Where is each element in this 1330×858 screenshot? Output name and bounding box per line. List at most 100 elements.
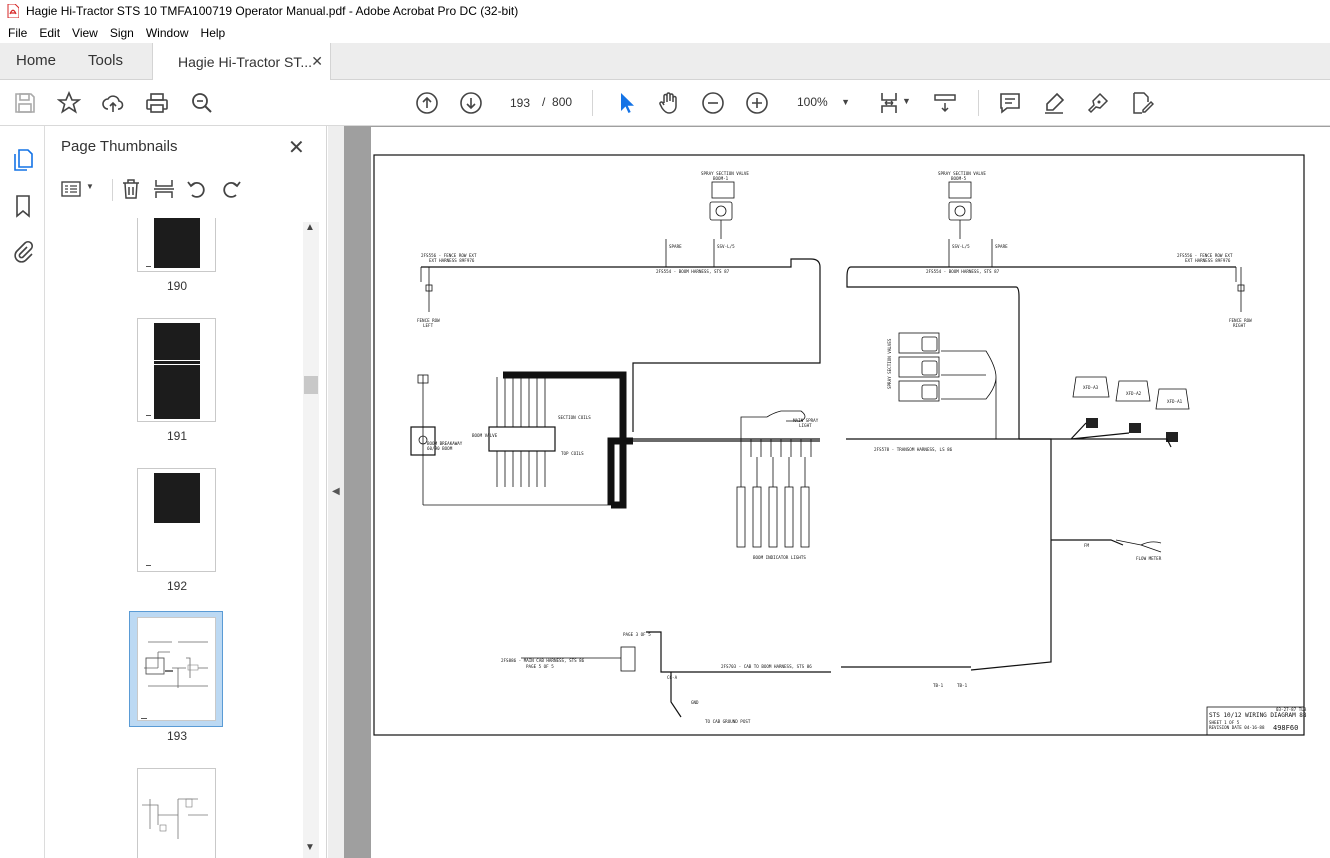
thumbnail-page-194[interactable] (137, 768, 216, 858)
tab-tools[interactable]: Tools (88, 43, 123, 79)
zoom-out-icon[interactable] (701, 91, 725, 115)
menu-sign[interactable]: Sign (104, 26, 140, 40)
menu-help[interactable]: Help (195, 26, 232, 40)
label-ssv-right: SSV-L/5 (952, 244, 970, 249)
window-title: Hagie Hi-Tractor STS 10 TMFA100719 Opera… (26, 4, 519, 18)
thumbnail-page-192[interactable] (137, 468, 216, 572)
thumbnail-footer (146, 415, 151, 416)
bookmark-icon[interactable] (11, 194, 35, 218)
label-fence-harness-left-2: EXT HARNESS 89F976 (429, 258, 475, 263)
menu-window[interactable]: Window (140, 26, 195, 40)
menu-edit[interactable]: Edit (33, 26, 66, 40)
label-revision: REVISION DATE 04-16-88 (1209, 725, 1265, 730)
sign-pen-icon[interactable] (1086, 91, 1110, 115)
next-page-icon[interactable] (459, 91, 483, 115)
attachment-icon[interactable] (11, 240, 35, 264)
label-cab-boom-harness: 2FS703 - CAB TO BOOM HARNESS, STS 86 (721, 664, 812, 669)
thumbnail-content (142, 798, 208, 839)
thumbnail-scroll-thumb[interactable] (304, 376, 318, 394)
close-panel-icon[interactable]: ✕ (288, 135, 305, 160)
thumbnail-content (154, 323, 200, 419)
title-bar: Hagie Hi-Tractor STS 10 TMFA100719 Opera… (0, 0, 1330, 22)
label-ssv-left: SSV-L/5 (717, 244, 735, 249)
highlight-pen-icon[interactable] (1042, 91, 1066, 115)
label-fm: FM (1084, 543, 1090, 548)
label-gnd: GND (691, 700, 699, 705)
label-part-number: 498F60 (1273, 724, 1298, 732)
zoom-value: 100% (797, 95, 828, 109)
rotate-left-icon[interactable] (186, 178, 208, 203)
panel-collapse-bar[interactable]: ◀ (328, 126, 344, 858)
scroll-down-icon[interactable]: ▼ (305, 842, 315, 853)
label-fence-harness-right-2: EXT HARNESS 89F976 (1185, 258, 1231, 263)
label-boom-breakaway-2: 60/90 BOOM (427, 446, 453, 451)
document-viewer[interactable]: .w { stroke:#111; stroke-width:1.2; fill… (344, 126, 1330, 858)
delete-page-icon[interactable] (120, 178, 142, 203)
tab-document-label: Hagie Hi-Tractor ST... (178, 53, 313, 70)
label-page-3: PAGE 3 OF 5 (623, 632, 651, 637)
comment-icon[interactable] (998, 91, 1022, 115)
panel-divider (112, 179, 113, 201)
thumbnail-page-191[interactable] (137, 318, 216, 422)
chevron-down-icon[interactable]: ▼ (86, 182, 94, 191)
menu-bar: File Edit View Sign Window Help (0, 22, 1330, 43)
label-boom-harness-right: 2FS554 - BOOM HARNESS, STS 87 (926, 269, 1000, 274)
previous-page-icon[interactable] (415, 91, 439, 115)
scrolling-mode-icon[interactable] (933, 91, 957, 115)
label-ground-post: TO CAB GROUND POST (705, 719, 751, 724)
navigation-rail (0, 126, 45, 858)
close-tab-icon[interactable]: ✕ (311, 53, 323, 70)
rotate-right-icon[interactable] (220, 178, 242, 203)
label-spare-right: SPARE (995, 244, 1008, 249)
print-icon[interactable] (145, 91, 169, 115)
toolbar-divider (978, 90, 979, 116)
select-cursor-icon[interactable] (614, 91, 638, 115)
label-left: LEFT (423, 323, 434, 328)
zoom-in-icon[interactable] (745, 91, 769, 115)
label-section-valves: SPRAY SECTION VALVES (887, 338, 892, 389)
tab-home[interactable]: Home (16, 43, 56, 79)
find-icon[interactable] (190, 91, 214, 115)
label-light: LIGHT (799, 423, 812, 428)
page-thumbnails-icon[interactable] (11, 148, 35, 172)
pdf-app-icon (7, 3, 20, 19)
thumbnail-content (154, 360, 200, 361)
thumbnail-content (141, 641, 208, 719)
label-right: RIGHT (1233, 323, 1246, 328)
hand-tool-icon[interactable] (657, 91, 681, 115)
page-number-input[interactable]: 193 (500, 89, 540, 115)
tab-document[interactable]: Hagie Hi-Tractor ST... ✕ (152, 43, 331, 80)
upload-icon[interactable] (101, 91, 125, 115)
edit-pdf-icon[interactable] (1130, 91, 1154, 115)
label-xfd-a3: XFD-A3 (1083, 385, 1099, 390)
label-transom-harness: 2FS578 - TRANSOM HARNESS, LS 86 (874, 447, 953, 452)
bookmark-star-icon[interactable] (57, 91, 81, 115)
label-tb-1a: TB-1 (933, 683, 944, 688)
menu-view[interactable]: View (66, 26, 104, 40)
label-boom-valve: BOOM VALVE (472, 433, 498, 438)
thumbnail-toolbar: ▼ (55, 176, 313, 204)
menu-file[interactable]: File (2, 26, 33, 40)
wiring-diagram: .w { stroke:#111; stroke-width:1.2; fill… (373, 154, 1307, 736)
zoom-dropdown[interactable]: 100% ▼ (788, 89, 858, 115)
label-title-block: STS 10/12 WIRING DIAGRAM 88 (1209, 712, 1307, 719)
label-main-cab-harness: 2FS886 - MAIN CAB HARNESS, STS 86 (501, 658, 585, 663)
thumbnail-footer (146, 266, 151, 267)
pdf-page: .w { stroke:#111; stroke-width:1.2; fill… (371, 127, 1330, 858)
thumbnail-page-193[interactable] (137, 617, 216, 721)
page-fit-icon[interactable] (877, 91, 901, 115)
thumbnail-footer (146, 565, 151, 566)
extract-page-icon[interactable] (153, 178, 175, 203)
save-icon[interactable] (13, 91, 37, 115)
label-boom-indicator: BOOM INDICATOR LIGHTS (753, 555, 806, 560)
thumbnail-content (154, 473, 200, 523)
thumbnail-page-190[interactable] (137, 218, 216, 272)
tab-bar: Home Tools Hagie Hi-Tractor ST... ✕ (0, 43, 1330, 80)
thumbnail-scrollbar[interactable] (303, 222, 319, 858)
chevron-left-icon[interactable]: ◀ (332, 486, 340, 497)
label-boom-harness-left: 2FS554 - BOOM HARNESS, STS 87 (656, 269, 730, 274)
thumbnail-options-icon[interactable] (61, 180, 83, 201)
scroll-up-icon[interactable]: ▲ (305, 222, 315, 233)
chevron-down-icon[interactable]: ▼ (902, 96, 911, 106)
label-cc-a: CC-A (667, 675, 678, 680)
